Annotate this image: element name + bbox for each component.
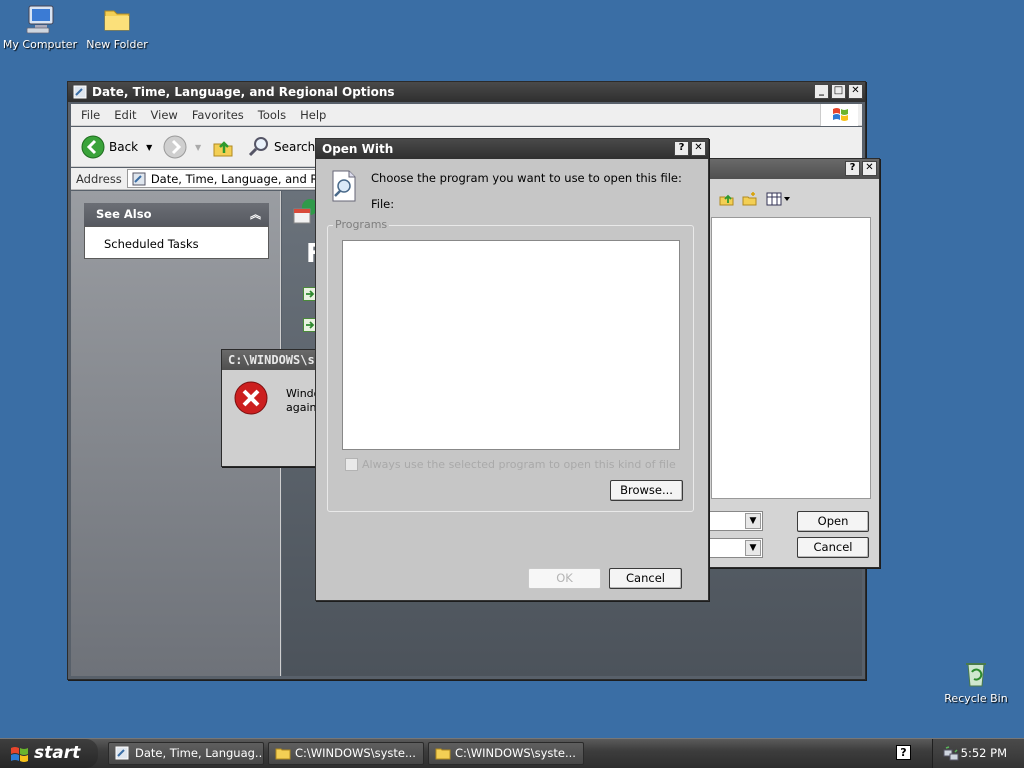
main-window-titlebar[interactable]: Date, Time, Language, and Regional Optio… <box>68 82 865 102</box>
control-panel-icon <box>72 84 88 102</box>
control-panel-small-icon <box>132 172 146 185</box>
taskbar-item-label: Date, Time, Languag... <box>135 746 264 760</box>
browse-button[interactable]: Browse... <box>610 480 683 501</box>
maximize-button[interactable]: □ <box>831 84 846 99</box>
menu-help[interactable]: Help <box>300 108 326 122</box>
new-folder-icon[interactable] <box>742 191 758 207</box>
file-list[interactable] <box>711 217 871 499</box>
chevron-down-icon[interactable]: ▼ <box>745 540 761 556</box>
windows-flag-icon <box>11 747 28 762</box>
folder-icon <box>275 748 291 760</box>
start-label: start <box>34 743 81 763</box>
file-type-combo[interactable]: ▼ <box>701 538 763 558</box>
start-button[interactable]: start <box>0 739 98 768</box>
taskbar: start Date, Time, Languag... C:\WINDOWS\… <box>0 738 1024 768</box>
open-button[interactable]: Open <box>797 511 869 532</box>
taskbar-item-date-time[interactable]: Date, Time, Languag... <box>108 742 264 765</box>
open-with-titlebar[interactable]: Open With ? ✕ <box>316 139 708 159</box>
open-with-title: Open With <box>322 142 394 156</box>
back-label: Back <box>109 140 139 154</box>
desktop-icon-label: My Computer <box>2 38 78 51</box>
error-dialog-title: C:\WINDOWS\system32 <box>228 353 320 367</box>
see-also-title: See Also <box>96 207 152 221</box>
programs-group: Programs Always use the selected program… <box>327 218 694 512</box>
back-arrow-icon <box>81 135 105 159</box>
see-also-panel: See Also ︽ Scheduled Tasks <box>84 203 269 259</box>
file-dialog-titlebar[interactable]: ? ✕ <box>701 159 879 179</box>
desktop-icon-label: New Folder <box>86 38 148 51</box>
menu-tools[interactable]: Tools <box>258 108 286 122</box>
close-button[interactable]: ✕ <box>862 161 877 176</box>
forward-arrow-icon <box>163 135 187 159</box>
main-window-title: Date, Time, Language, and Regional Optio… <box>92 85 395 99</box>
folder-icon <box>104 10 130 31</box>
error-dialog[interactable]: C:\WINDOWS\system32 Windo again. <box>221 349 321 467</box>
forward-dropdown-icon[interactable]: ▼ <box>195 143 201 152</box>
taskbar-item-windows-folder-2[interactable]: C:\WINDOWS\syste... <box>428 742 584 765</box>
document-search-icon <box>332 170 356 202</box>
search-button[interactable]: Search <box>247 135 315 159</box>
recycle-bin-icon <box>966 663 986 687</box>
clock: 5:52 PM <box>960 746 1007 760</box>
taskbar-item-label: C:\WINDOWS\syste... <box>455 746 576 760</box>
address-label: Address <box>76 171 122 186</box>
menu-view[interactable]: View <box>151 108 178 122</box>
up-folder-icon[interactable] <box>719 191 735 207</box>
folder-icon <box>435 748 451 760</box>
see-also-header[interactable]: See Also ︽ <box>84 203 269 226</box>
search-label: Search <box>274 140 316 154</box>
collapse-chevron-icon[interactable]: ︽ <box>250 203 261 226</box>
programs-list[interactable] <box>342 240 680 450</box>
chevron-down-icon[interactable]: ▼ <box>745 513 761 529</box>
taskbar-item-label: C:\WINDOWS\syste... <box>295 746 416 760</box>
help-button[interactable]: ? <box>845 161 860 176</box>
open-with-dialog[interactable]: Open With ? ✕ Choose the program you wan… <box>315 138 709 601</box>
desktop-icon-my-computer[interactable]: My Computer <box>0 2 80 51</box>
minimize-button[interactable]: _ <box>814 84 829 99</box>
cancel-button[interactable]: Cancel <box>797 537 869 558</box>
file-name-combo[interactable]: ▼ <box>701 511 763 531</box>
desktop-icon-new-folder[interactable]: New Folder <box>77 2 157 51</box>
up-folder-button[interactable] <box>211 135 235 159</box>
cancel-button[interactable]: Cancel <box>609 568 682 589</box>
forward-button[interactable]: ▼ <box>163 135 201 159</box>
error-icon <box>234 381 268 415</box>
open-with-prompt: Choose the program you want to use to op… <box>371 171 682 185</box>
see-also-body: Scheduled Tasks <box>84 226 269 259</box>
system-tray: 5:52 PM <box>932 739 1024 768</box>
windows-logo-icon <box>820 104 858 126</box>
taskbar-item-windows-folder[interactable]: C:\WINDOWS\syste... <box>268 742 424 765</box>
menu-bar: File Edit View Favorites Tools Help <box>71 104 862 126</box>
desktop-icon-label: Recycle Bin <box>944 692 1008 705</box>
file-open-dialog[interactable]: ? ✕ ▼ ▼ Open Cancel <box>700 158 880 568</box>
checkbox-box[interactable] <box>345 458 358 471</box>
help-tray-icon[interactable]: ? <box>896 745 911 760</box>
menu-favorites[interactable]: Favorites <box>192 108 244 122</box>
open-with-file-label: File: <box>371 197 395 211</box>
close-button[interactable]: ✕ <box>848 84 863 99</box>
see-also-link-scheduled-tasks[interactable]: Scheduled Tasks <box>104 237 199 251</box>
programs-legend: Programs <box>333 218 390 231</box>
control-panel-small-icon <box>115 746 129 760</box>
error-dialog-titlebar[interactable]: C:\WINDOWS\system32 <box>222 350 320 370</box>
desktop-icon-recycle-bin[interactable]: Recycle Bin <box>936 656 1016 705</box>
always-use-checkbox[interactable]: Always use the selected program to open … <box>345 458 676 471</box>
back-button[interactable]: Back ▼ <box>81 135 152 159</box>
network-icon[interactable] <box>943 746 959 762</box>
help-button[interactable]: ? <box>674 141 689 156</box>
back-dropdown-icon[interactable]: ▼ <box>146 143 152 152</box>
menu-edit[interactable]: Edit <box>114 108 136 122</box>
up-folder-icon <box>213 141 233 157</box>
search-icon <box>248 137 268 157</box>
view-menu-icon[interactable] <box>766 192 790 206</box>
ok-button[interactable]: OK <box>528 568 601 589</box>
close-button[interactable]: ✕ <box>691 141 706 156</box>
menu-file[interactable]: File <box>81 108 100 122</box>
always-use-label: Always use the selected program to open … <box>362 458 676 471</box>
computer-icon <box>26 5 54 34</box>
